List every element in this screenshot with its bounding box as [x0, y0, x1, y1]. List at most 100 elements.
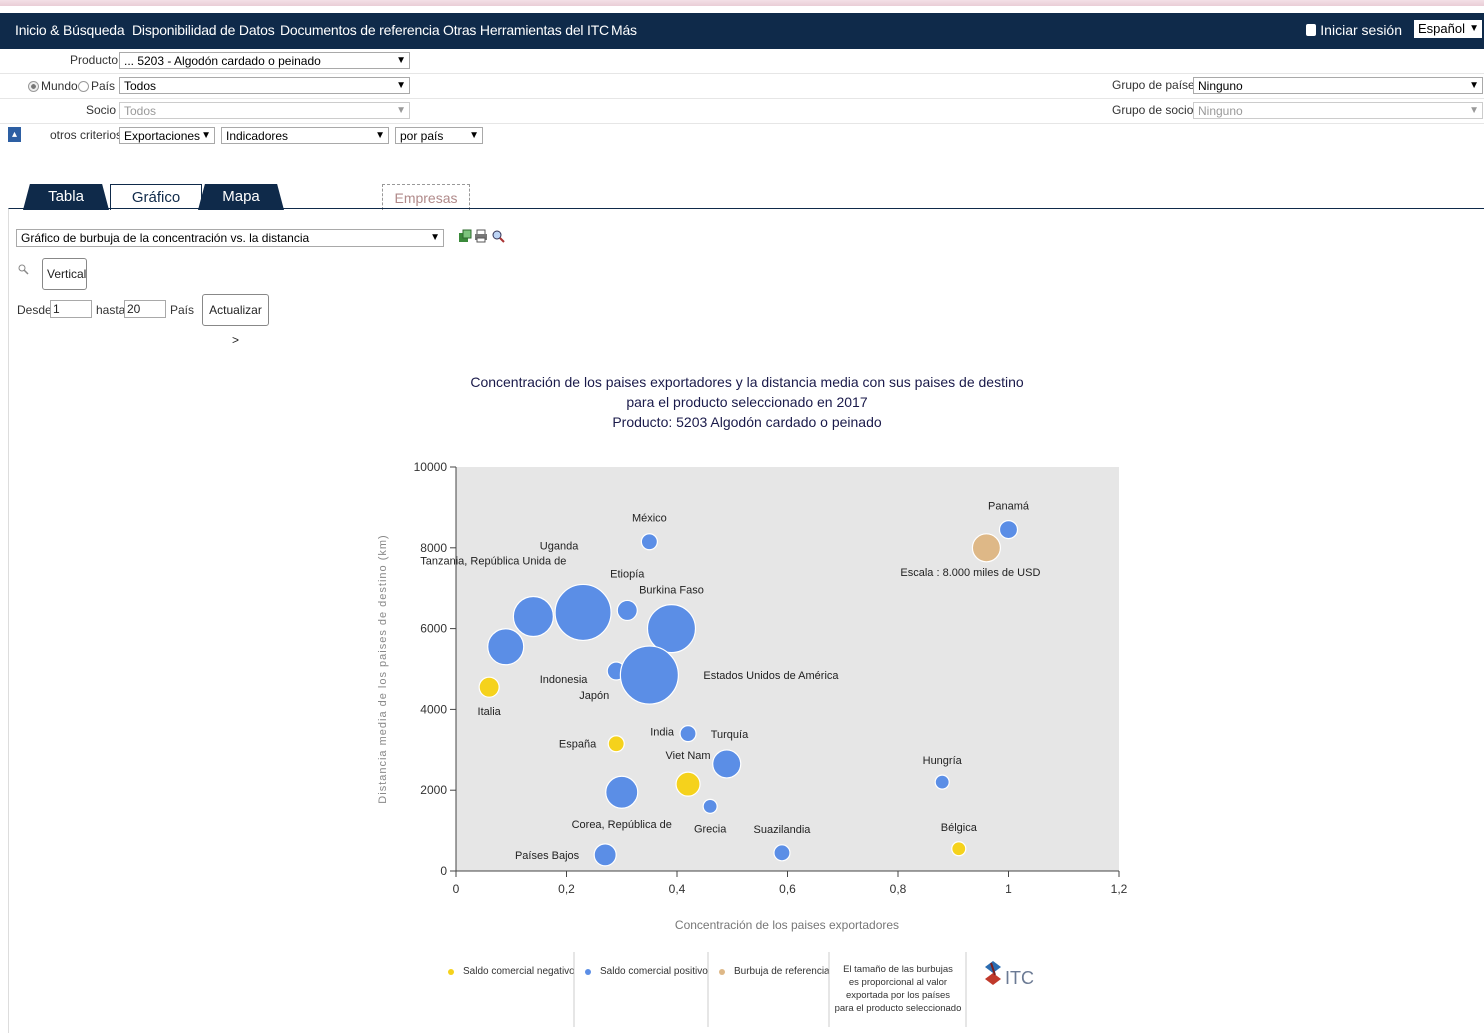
bubble-label: Viet Nam: [666, 750, 711, 762]
flujo-select[interactable]: Exportaciones ▼: [119, 127, 215, 144]
bubble-pos[interactable]: [605, 775, 639, 809]
bubble-label: India: [650, 727, 675, 739]
itc-logo-text: ITC: [1005, 968, 1034, 988]
nav-otras-herramientas[interactable]: Otras Herramientas del ITC: [443, 22, 609, 38]
filter-row-pais: Mundo País Todos ▼ Grupo de países Ningun…: [0, 74, 1484, 99]
bubble-neg[interactable]: [478, 676, 500, 698]
print-icon[interactable]: [474, 229, 488, 243]
y-tick-label: 10000: [414, 460, 448, 474]
bubble-pos[interactable]: [712, 749, 742, 779]
filter-row-socio: Socio Todos ▼ Grupo de socios Ninguno ▼: [0, 99, 1484, 124]
bubble-label: Países Bajos: [515, 850, 580, 862]
bubble-chart: Concentración de los paises exportadores…: [377, 374, 1128, 1027]
bubble-pos[interactable]: [773, 844, 791, 862]
actualizar-button[interactable]: Actualizar >: [202, 294, 269, 347]
hasta-input[interactable]: 20: [124, 300, 166, 318]
chevron-down-icon: ▼: [430, 232, 440, 243]
bubble-pos[interactable]: [998, 520, 1019, 540]
tab-empresas[interactable]: Empresas: [382, 184, 470, 210]
desde-label: Desde: [17, 303, 52, 317]
filter-row-criterios: ▴ otros criterios Exportaciones ▼ Indicad…: [0, 124, 1484, 148]
chart-title-line-1: Concentración de los paises exportadores…: [470, 374, 1024, 390]
bubble-pos[interactable]: [616, 599, 638, 622]
por-value: por país: [400, 129, 444, 143]
radio-checked-icon: [28, 81, 39, 93]
producto-select[interactable]: ... 5203 - Algodón cardado o peinado ▼: [119, 52, 410, 69]
expand-icon[interactable]: ▴: [8, 127, 21, 142]
tab-grafico[interactable]: Gráfico: [110, 184, 202, 210]
pais-radio[interactable]: País: [78, 79, 115, 93]
bubble-label: Etiopía: [610, 568, 645, 580]
tab-tabla[interactable]: Tabla: [23, 184, 109, 210]
x-tick-label: 0,6: [779, 882, 796, 896]
chart-type-select[interactable]: Gráfico de burbuja de la concentración v…: [16, 229, 444, 247]
bubble-pos[interactable]: [619, 645, 679, 705]
mundo-radio[interactable]: Mundo: [28, 79, 78, 93]
grupo-socios-select[interactable]: Ninguno ▼: [1193, 102, 1483, 119]
y-tick-label: 4000: [420, 702, 447, 716]
language-value: Español: [1418, 21, 1465, 36]
y-tick-label: 6000: [420, 622, 447, 636]
x-tick-label: 1: [1005, 882, 1012, 896]
chart-title-line-2: para el producto seleccionado en 2017: [626, 394, 868, 410]
bubble-pos[interactable]: [640, 533, 658, 551]
bubble-ref[interactable]: [971, 533, 1002, 563]
zoom-icon[interactable]: [491, 229, 505, 243]
nav-disponibilidad[interactable]: Disponibilidad de Datos: [132, 22, 275, 38]
language-select[interactable]: Español ▼: [1414, 20, 1482, 38]
bubble-pos[interactable]: [593, 843, 617, 867]
legend-negative-marker: [448, 969, 454, 975]
legend-negative-label: Saldo comercial negativo: [463, 966, 575, 977]
bubble-pos[interactable]: [554, 583, 612, 642]
nav-mas[interactable]: Más: [611, 22, 637, 38]
pais-range-label: País: [170, 303, 195, 317]
chevron-down-icon: ▼: [396, 80, 406, 91]
socio-value: Todos: [124, 104, 157, 118]
bubble-pos[interactable]: [934, 774, 950, 790]
y-tick-label: 2000: [420, 783, 447, 797]
legend-reference-label: Burbuja de referencia: [734, 966, 830, 977]
pais-select[interactable]: Todos ▼: [119, 77, 410, 94]
bubble-label: Tanzania, República Unida de: [420, 555, 566, 567]
vertical-button[interactable]: Vertical: [42, 258, 87, 290]
x-tick-label: 1,2: [1111, 882, 1128, 896]
indicadores-select[interactable]: Indicadores ▼: [221, 127, 389, 144]
socio-select[interactable]: Todos ▼: [119, 102, 410, 119]
por-select[interactable]: por país ▼: [395, 127, 483, 144]
login-link[interactable]: Iniciar sesión: [1306, 22, 1402, 38]
nav-documentos[interactable]: Documentos de referencia: [280, 22, 440, 38]
legend-reference-marker: [719, 969, 725, 975]
legend-note-line-1: El tamaño de las burbujas: [843, 964, 953, 975]
plot-area: [456, 467, 1119, 871]
chart-container: Concentración de los paises exportadores…: [353, 349, 1142, 1032]
chart-type-value: Gráfico de burbuja de la concentración v…: [21, 231, 310, 245]
x-axis-label: Concentración de los paises exportadores: [675, 918, 899, 932]
bubble-pos[interactable]: [679, 725, 697, 743]
tab-mapa[interactable]: Mapa: [198, 184, 284, 210]
bubble-label: Italia: [478, 706, 502, 718]
bubble-neg[interactable]: [675, 771, 701, 797]
bubble-neg[interactable]: [607, 735, 625, 753]
bubble-pos[interactable]: [702, 798, 718, 814]
hasta-label: hasta: [96, 303, 126, 317]
y-axis-label: Distancia media de los paises de destino…: [377, 534, 389, 803]
chevron-down-icon: ▼: [375, 130, 385, 141]
chart-legend: Saldo comercial negativo Saldo comercial…: [448, 952, 1034, 1027]
bubble-label: Japón: [579, 690, 609, 702]
chevron-down-icon: ▼: [469, 130, 479, 141]
pais-label: País: [91, 79, 116, 93]
desde-input[interactable]: 1: [50, 300, 92, 318]
export-icon[interactable]: [458, 229, 472, 243]
bubble-pos[interactable]: [487, 628, 525, 666]
itc-logo-icon: ITC: [985, 961, 1034, 988]
bubble-pos[interactable]: [646, 604, 697, 654]
producto-label: Producto: [70, 53, 119, 67]
legend-note-line-2: es proporcional al valor: [849, 977, 947, 988]
chart-title-line-3: Producto: 5203 Algodón cardado o peinado: [612, 414, 882, 430]
tab-bar: Tabla Gráfico Mapa Empresas: [0, 158, 1484, 210]
nav-inicio[interactable]: Inicio & Búsqueda: [15, 22, 125, 38]
grupo-paises-select[interactable]: Ninguno ▼: [1193, 77, 1483, 94]
bubble-neg[interactable]: [951, 841, 967, 857]
bubble-pos[interactable]: [512, 595, 554, 638]
bubble-label: Uganda: [540, 540, 579, 552]
